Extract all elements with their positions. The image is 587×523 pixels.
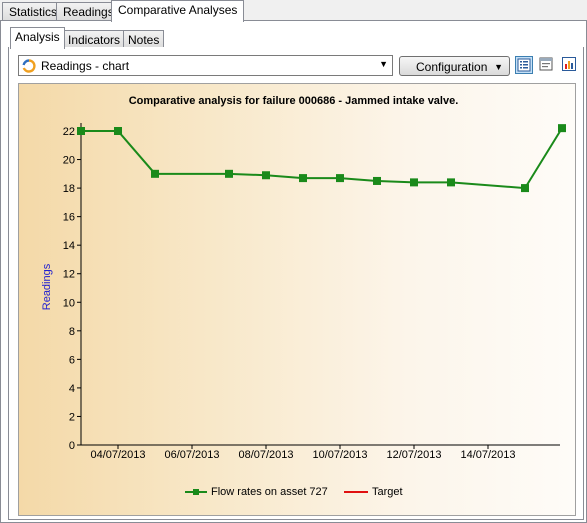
legend-label-flow-rates: Flow rates on asset 727: [211, 486, 328, 498]
x-tick-label: 08/07/2013: [238, 449, 293, 461]
data-point: [77, 127, 85, 135]
data-point: [521, 184, 529, 193]
data-point: [299, 174, 307, 183]
y-tick-label: 4: [69, 383, 75, 395]
y-tick-label: 20: [63, 155, 75, 167]
legend-swatch-target: [344, 491, 368, 493]
y-tick-label: 16: [63, 212, 75, 224]
data-point: [262, 171, 270, 180]
legend-swatch-flow-rates: [185, 489, 207, 495]
x-tick-label: 06/07/2013: [164, 449, 219, 461]
y-tick-label: 18: [63, 183, 75, 195]
y-tick-label: 0: [69, 440, 75, 452]
series-line-flow-rates: [81, 127, 563, 190]
tab-analysis[interactable]: Analysis: [10, 27, 65, 49]
data-point: [114, 127, 122, 135]
y-tick-label: 2: [69, 411, 75, 423]
data-point: [336, 174, 344, 183]
x-tick-label: 14/07/2013: [460, 449, 515, 461]
legend-label-target: Target: [372, 486, 403, 498]
y-tick-label: 12: [63, 269, 75, 281]
data-point: [225, 169, 233, 178]
data-point: [558, 124, 566, 133]
x-tick-label: 12/07/2013: [386, 449, 441, 461]
line-chart: 0 2 4 6 8 10 12 14 16 18 20 22 04/07/2013 06/07/2013 0…: [63, 123, 566, 461]
data-point: [447, 178, 455, 187]
y-tick-label: 8: [69, 326, 75, 338]
y-tick-label: 14: [63, 240, 75, 252]
x-tick-label: 10/07/2013: [312, 449, 367, 461]
data-point: [373, 176, 381, 185]
y-tick-label: 10: [63, 297, 75, 309]
x-tick-label: 04/07/2013: [90, 449, 145, 461]
data-point: [410, 178, 418, 187]
data-point: [151, 169, 159, 178]
y-tick-label: 6: [69, 354, 75, 366]
y-tick-label: 22: [63, 126, 75, 138]
tab-comparative-analyses[interactable]: Comparative Analyses: [111, 0, 245, 22]
